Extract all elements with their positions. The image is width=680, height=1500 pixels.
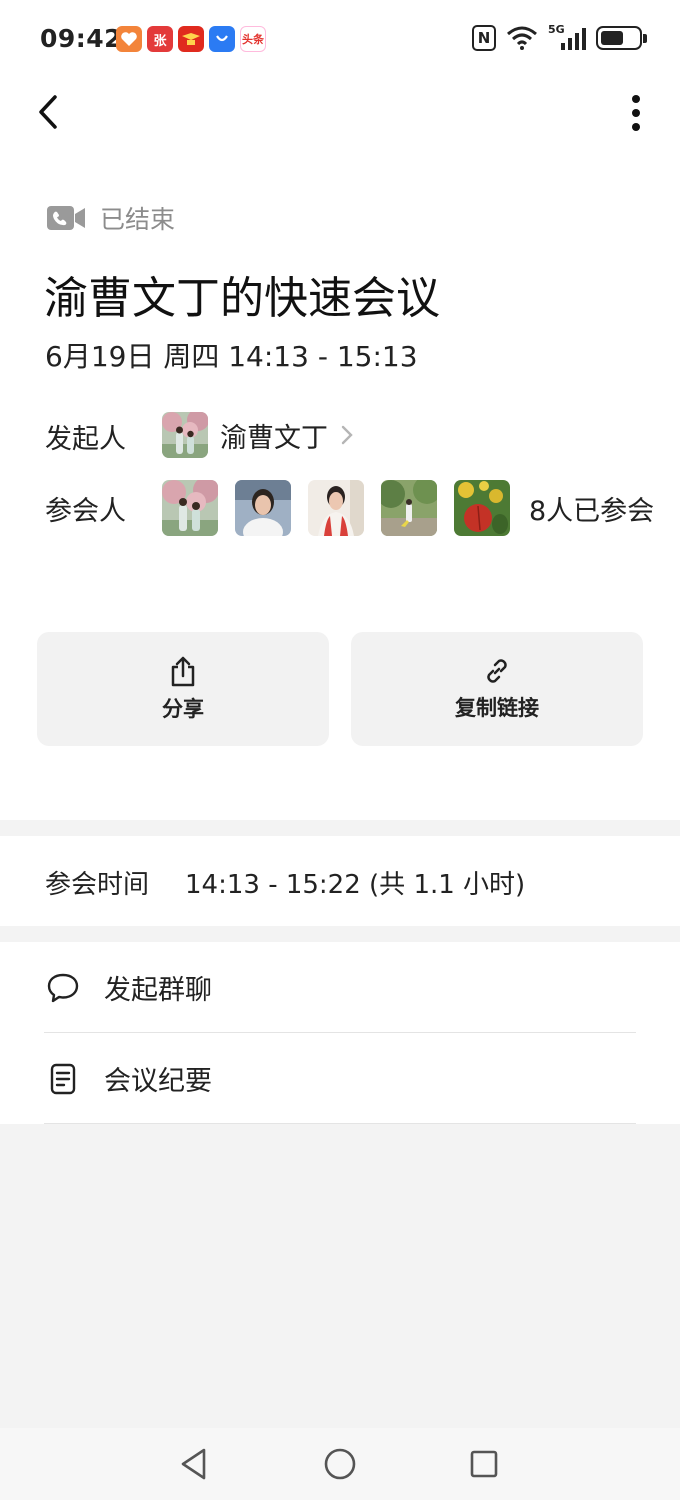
chat-bubble-icon [45, 970, 81, 1006]
share-label: 分享 [162, 697, 204, 721]
nav-back-button[interactable] [172, 1442, 216, 1486]
nav-home-button[interactable] [318, 1442, 362, 1486]
more-vertical-icon [632, 95, 640, 131]
status-bar: 09:42 张 头条 N 5G [0, 0, 680, 80]
meeting-minutes-label: 会议纪要 [104, 1066, 212, 1097]
back-arrow-icon [39, 95, 57, 129]
meeting-datetime: 6月19日 周四 14:13 - 15:13 [45, 340, 418, 373]
host-info[interactable]: 渝曹文丁 [162, 412, 354, 458]
participant-avatar [162, 480, 218, 536]
meeting-actions-menu: 发起群聊 会议纪要 [0, 942, 680, 1124]
status-time: 09:42 [40, 24, 123, 53]
link-icon [487, 659, 507, 683]
meeting-status-row: 已结束 [46, 200, 175, 236]
cellular-5g-icon: 5G [548, 23, 586, 51]
meeting-title: 渝曹文丁的快速会议 [44, 273, 440, 324]
host-avatar [162, 412, 208, 458]
wifi-icon [507, 26, 537, 50]
participants-list[interactable]: 8人已参会 [162, 480, 654, 536]
share-button[interactable]: 分享 [37, 632, 329, 746]
start-group-chat-item[interactable]: 发起群聊 [0, 942, 680, 1033]
host-name: 渝曹文丁 [220, 422, 328, 454]
chevron-right-icon [341, 425, 353, 445]
participants-count: 8人已参会 [529, 495, 655, 527]
attendance-time-section: 参会时间 14:13 - 15:22 (共 1.1 小时) [0, 836, 680, 926]
participant-avatar [308, 480, 364, 536]
heart-app-icon [116, 26, 142, 52]
zhang-app-icon: 张 [147, 26, 173, 52]
share-icon [171, 656, 195, 687]
nfc-icon: N [472, 25, 496, 51]
toutiao-app-icon: 头条 [240, 26, 266, 52]
back-button[interactable] [28, 90, 68, 134]
nav-recents-button[interactable] [462, 1442, 506, 1486]
battery-icon [596, 26, 647, 50]
meeting-status-text: 已结束 [100, 205, 176, 234]
status-indicators: N 5G [472, 23, 647, 51]
nav-home-circle-icon [324, 1448, 356, 1480]
more-options-button[interactable] [616, 90, 656, 136]
learning-app-icon [178, 26, 204, 52]
attendance-time-value: 14:13 - 15:22 (共 1.1 小时) [185, 870, 526, 900]
participant-avatar [381, 480, 437, 536]
nav-recents-square-icon [470, 1450, 498, 1478]
attendance-time-label: 参会时间 [45, 870, 150, 900]
host-label: 发起人 [45, 424, 126, 455]
system-navigation-bar [0, 1428, 680, 1500]
meeting-minutes-item[interactable]: 会议纪要 [0, 1033, 680, 1124]
nav-back-triangle-icon [181, 1448, 206, 1480]
menu-divider [44, 1123, 636, 1124]
video-camera-icon [47, 206, 85, 230]
store-app-icon [209, 26, 235, 52]
participant-avatar [235, 480, 291, 536]
participant-avatar [454, 480, 510, 536]
notification-app-icons: 张 头条 [116, 26, 266, 52]
copy-link-label: 复制链接 [455, 696, 539, 720]
participants-label: 参会人 [45, 496, 126, 527]
copy-link-button[interactable]: 复制链接 [351, 632, 643, 746]
document-icon [45, 1061, 81, 1097]
start-group-chat-label: 发起群聊 [104, 975, 212, 1006]
